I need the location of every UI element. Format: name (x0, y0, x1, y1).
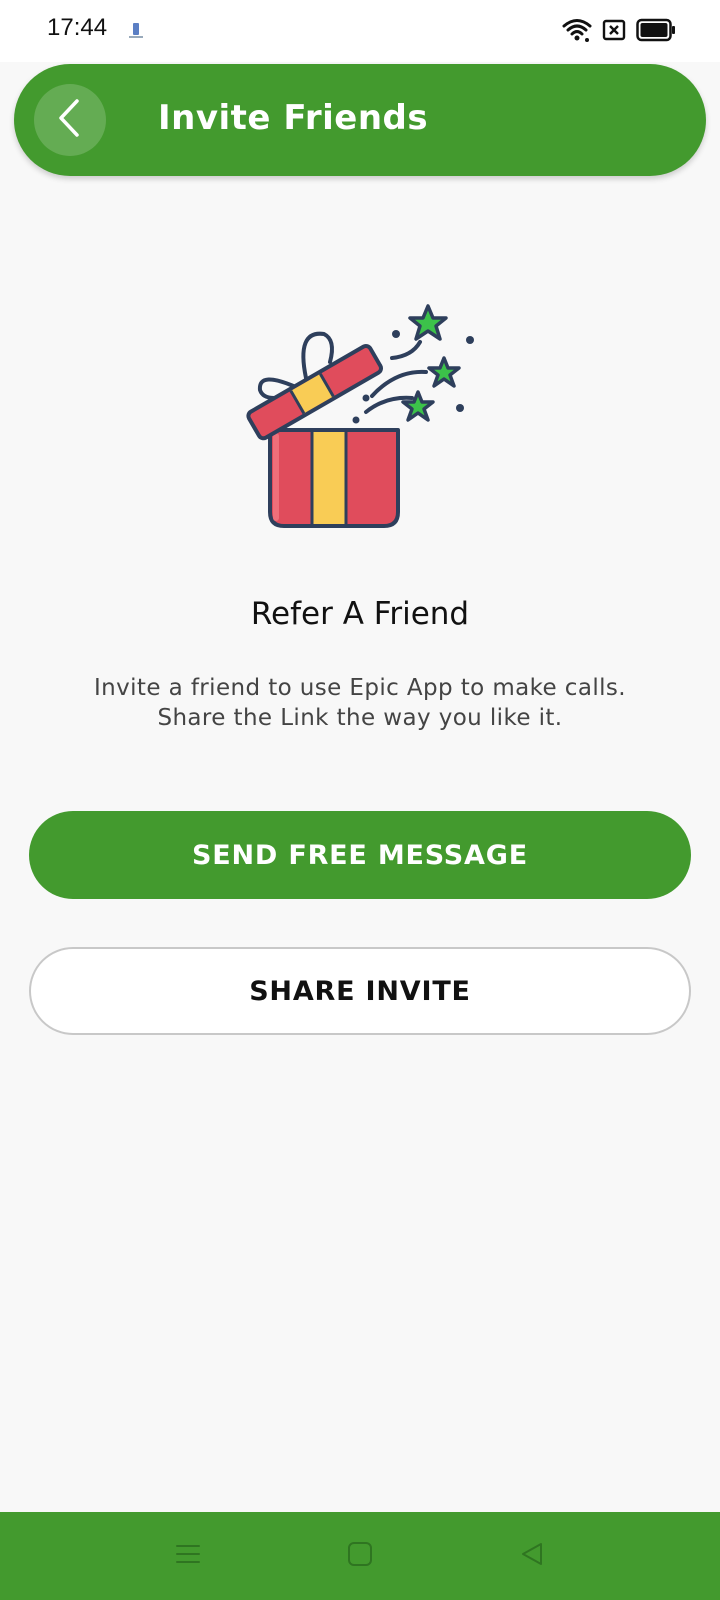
back-icon (518, 1540, 546, 1572)
home-icon (346, 1540, 374, 1572)
menu-icon (174, 1540, 202, 1572)
refer-description: Invite a friend to use Epic App to make … (40, 673, 680, 733)
status-icons (562, 18, 676, 46)
gift-box-icon (236, 300, 486, 540)
page-title: Invite Friends (158, 98, 429, 138)
battery-icon (636, 18, 676, 46)
refer-title: Refer A Friend (250, 596, 470, 632)
description-line-1: Invite a friend to use Epic App to make … (93, 675, 627, 701)
back-button[interactable] (34, 84, 106, 156)
home-button[interactable] (338, 1534, 382, 1578)
app-notification-icon (126, 22, 146, 42)
status-bar: 17:44 (0, 0, 720, 62)
chevron-left-icon (55, 97, 85, 143)
app-header: Invite Friends (14, 64, 706, 176)
system-nav-bar (0, 1512, 720, 1600)
share-invite-button[interactable]: SHARE INVITE (29, 947, 691, 1035)
sim-off-icon (602, 19, 626, 45)
send-free-message-button[interactable]: SEND FREE MESSAGE (29, 811, 691, 899)
menu-button[interactable] (166, 1534, 210, 1578)
wifi-icon (562, 17, 592, 47)
nav-back-button[interactable] (510, 1534, 554, 1578)
invite-friends-screen: 17:44 Invite Friends Refer A Friend Invi… (0, 0, 720, 1600)
description-line-2: Share the Link the way you like it. (157, 705, 563, 731)
status-time: 17:44 (47, 14, 108, 41)
